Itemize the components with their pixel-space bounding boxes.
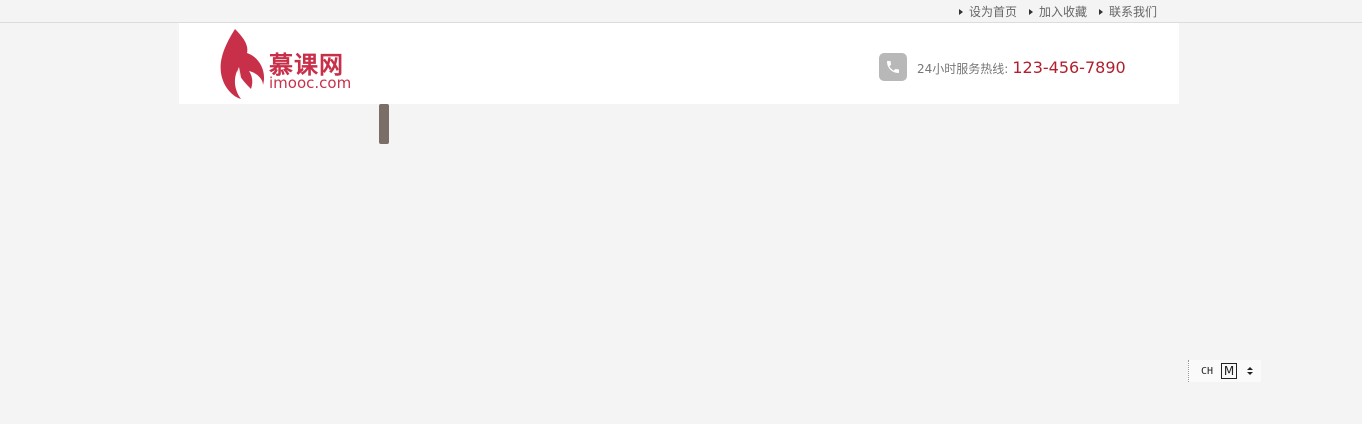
top-links: 设为首页 加入收藏 联系我们 bbox=[958, 3, 1157, 20]
chevron-down-icon bbox=[1247, 372, 1254, 375]
chevron-up-icon bbox=[1247, 367, 1254, 370]
hotline-number: 123-456-7890 bbox=[1012, 57, 1126, 77]
hotline-label: 24小时服务热线: bbox=[917, 61, 1009, 76]
flame-logo-icon bbox=[220, 29, 265, 99]
top-bar: 设为首页 加入收藏 联系我们 bbox=[0, 0, 1362, 23]
site-logo[interactable]: 慕课网 imooc.com bbox=[219, 27, 369, 101]
site-header: 慕课网 imooc.com 24小时服务热线: 123-456-7890 bbox=[179, 23, 1179, 104]
triangle-right-icon bbox=[1028, 8, 1033, 15]
triangle-right-icon bbox=[958, 8, 963, 15]
add-favorite-label: 加入收藏 bbox=[1038, 5, 1087, 19]
set-homepage-link[interactable]: 设为首页 bbox=[958, 3, 1017, 20]
triangle-right-icon bbox=[1098, 8, 1103, 15]
add-favorite-link[interactable]: 加入收藏 bbox=[1028, 3, 1087, 20]
ime-scroll-icon[interactable] bbox=[1247, 367, 1254, 375]
contact-us-label: 联系我们 bbox=[1108, 5, 1157, 19]
ime-layout-indicator[interactable]: M bbox=[1221, 363, 1238, 379]
ime-mode-indicator[interactable]: CH bbox=[1201, 366, 1213, 377]
drag-handle[interactable] bbox=[379, 104, 389, 144]
logo-english-text: imooc.com bbox=[269, 74, 352, 92]
ime-toolbar[interactable]: CH M bbox=[1188, 360, 1261, 382]
phone-icon bbox=[879, 53, 907, 81]
hotline: 24小时服务热线: 123-456-7890 bbox=[879, 53, 1126, 81]
contact-us-link[interactable]: 联系我们 bbox=[1098, 3, 1157, 20]
set-homepage-label: 设为首页 bbox=[968, 5, 1017, 19]
